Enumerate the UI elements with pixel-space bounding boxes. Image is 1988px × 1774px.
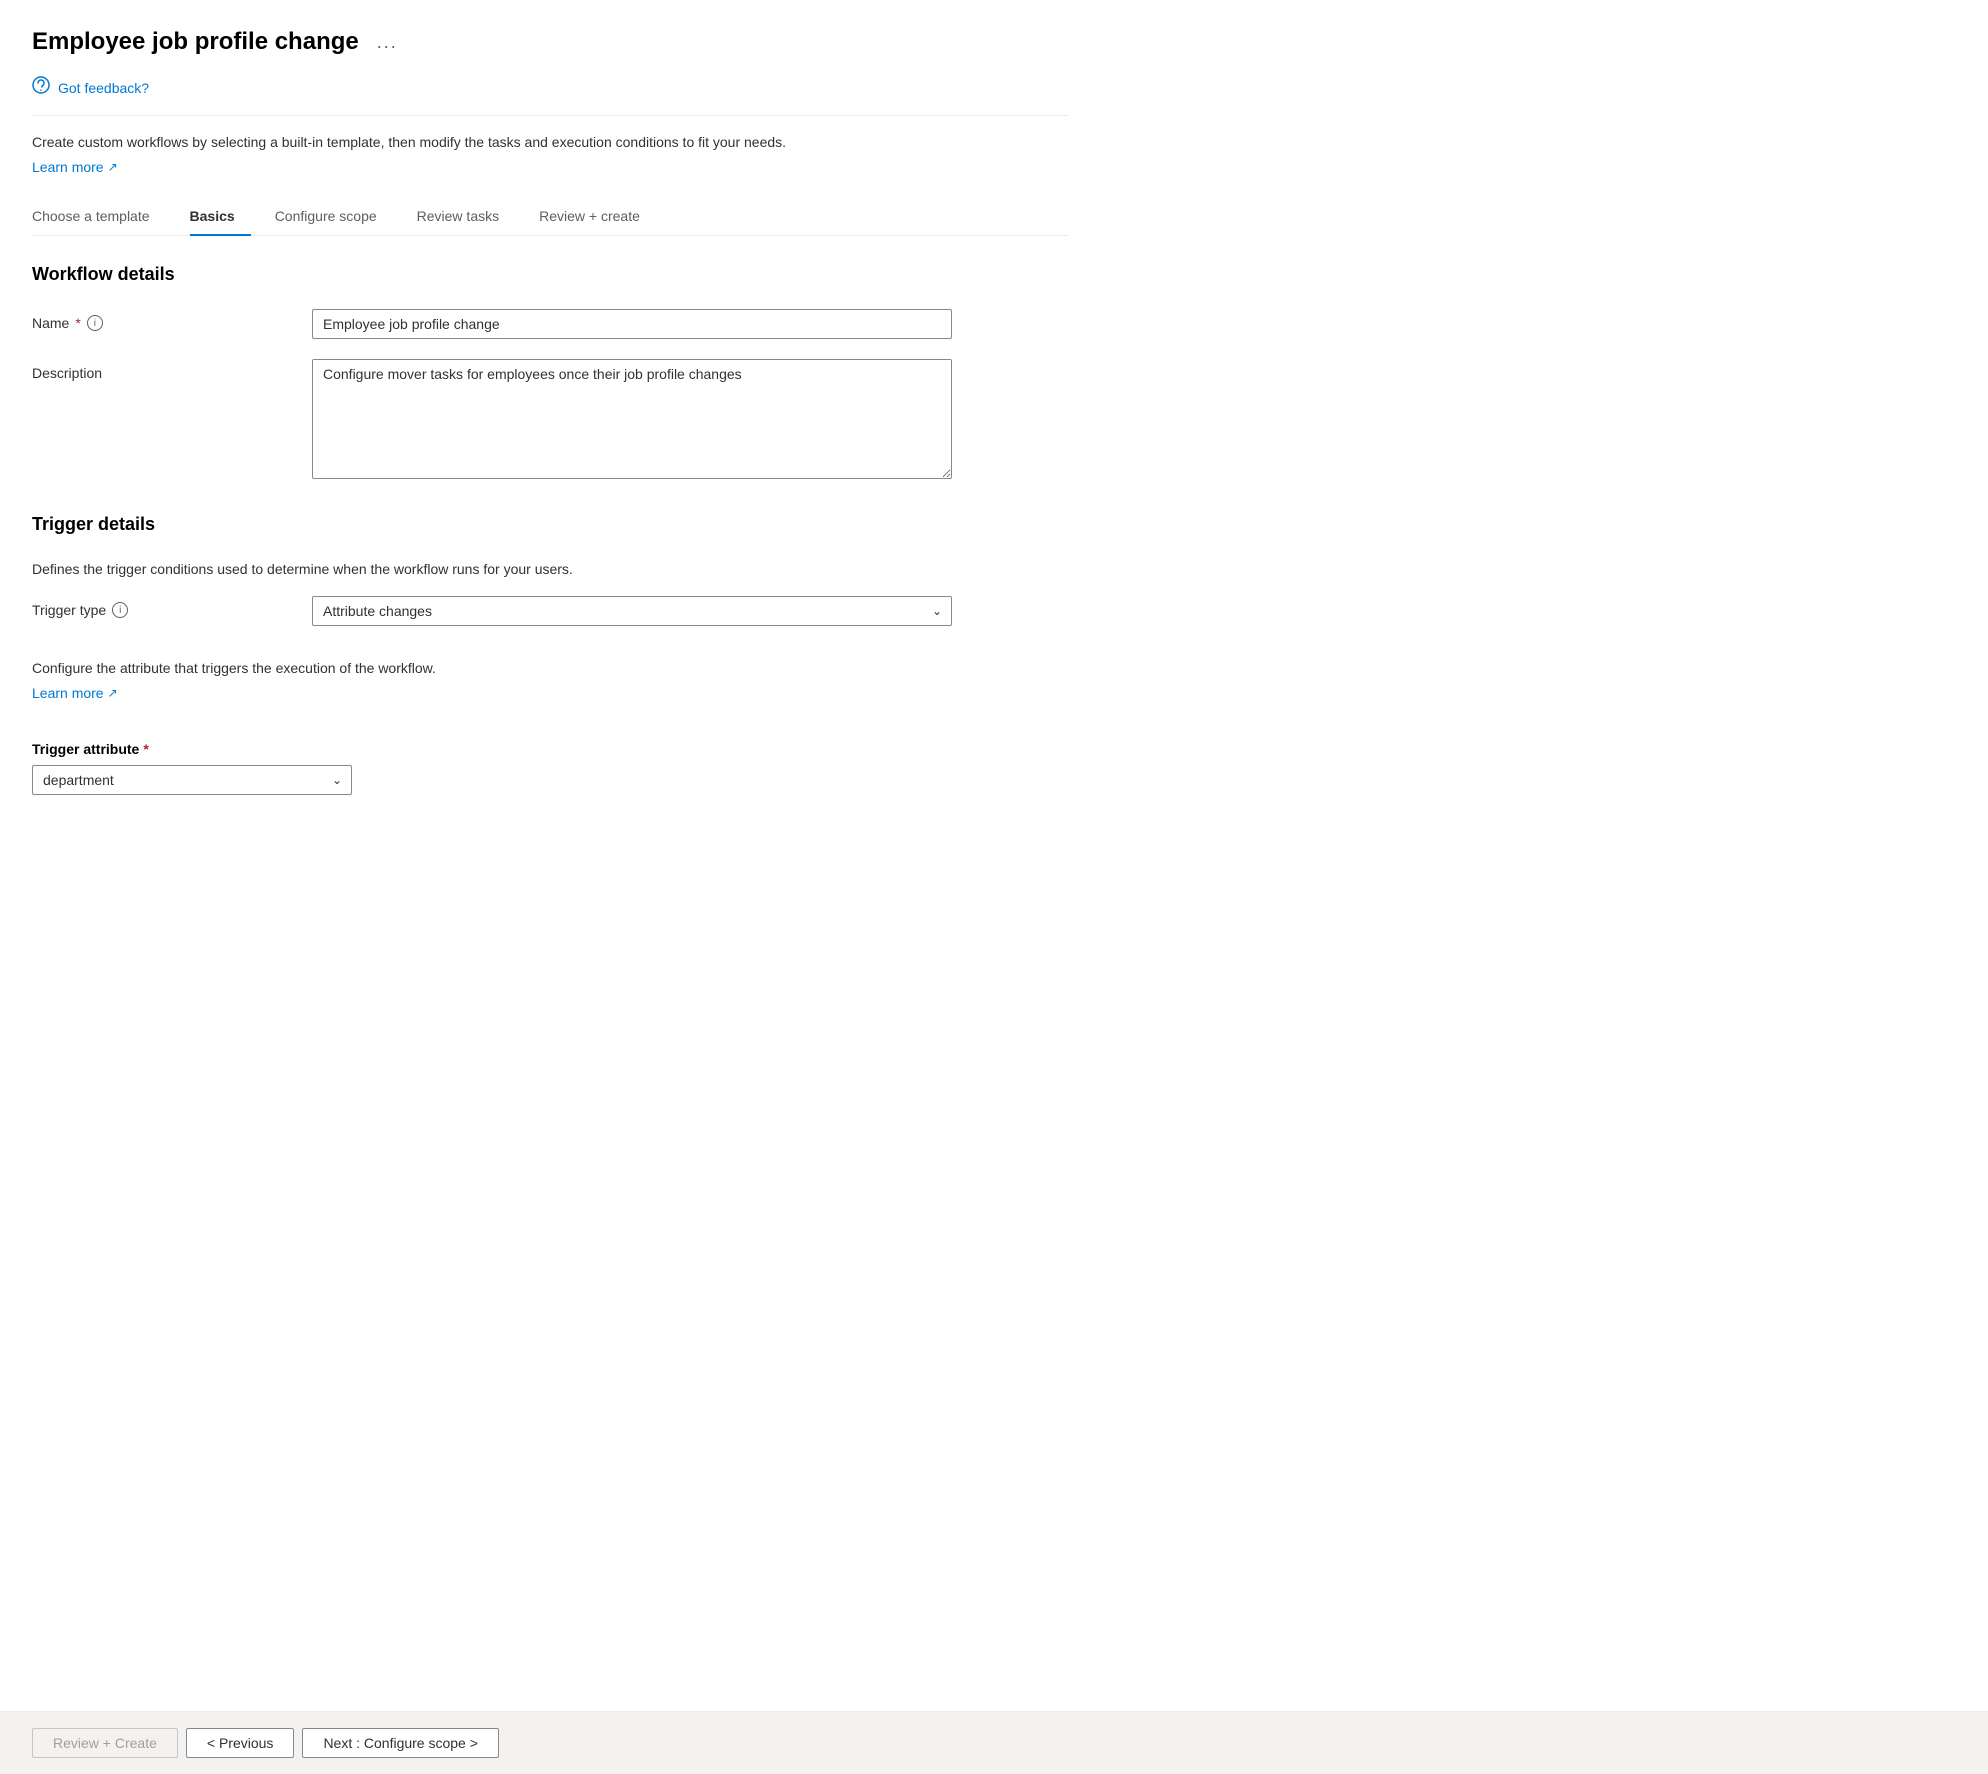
trigger-type-field: Attribute changes Group membership chang… [312,596,952,626]
tab-choose-template[interactable]: Choose a template [32,200,166,236]
name-input[interactable] [312,309,952,339]
page-title-row: Employee job profile change ... [32,28,1068,56]
tabs-nav: Choose a template Basics Configure scope… [32,199,1068,236]
tab-review-create[interactable]: Review + create [539,200,656,236]
description-form-row: Description Configure mover tasks for em… [32,359,1068,482]
name-form-row: Name * i [32,309,1068,339]
trigger-attribute-label: Trigger attribute * [32,741,1068,757]
name-info-icon[interactable]: i [87,315,103,331]
trigger-details-title: Trigger details [32,514,1068,535]
feedback-icon [32,76,50,99]
trigger-attribute-required-star: * [143,741,148,757]
footer-bar: Review + Create < Previous Next : Config… [0,1711,1988,1774]
trigger-description: Defines the trigger conditions used to d… [32,559,1068,580]
ellipsis-button[interactable]: ... [371,30,404,55]
feedback-link[interactable]: Got feedback? [58,80,149,96]
name-field [312,309,952,339]
trigger-type-select[interactable]: Attribute changes Group membership chang… [312,596,952,626]
feedback-row: Got feedback? [32,76,1068,116]
workflow-details-title: Workflow details [32,264,1068,285]
trigger-type-select-wrapper: Attribute changes Group membership chang… [312,596,952,626]
learn-more-link-top[interactable]: Learn more ↗ [32,159,118,175]
page-title: Employee job profile change [32,28,359,56]
learn-more-link-trigger[interactable]: Learn more ↗ [32,685,118,701]
name-required-star: * [75,315,80,331]
trigger-attribute-section: Configure the attribute that triggers th… [32,658,1068,795]
description-field: Configure mover tasks for employees once… [312,359,952,482]
configure-attribute-text: Configure the attribute that triggers th… [32,658,1068,679]
description-label: Description [32,359,312,381]
trigger-type-info-icon[interactable]: i [112,602,128,618]
external-link-icon: ↗ [108,160,118,174]
tab-review-tasks[interactable]: Review tasks [417,200,515,236]
trigger-type-form-row: Trigger type i Attribute changes Group m… [32,596,1068,626]
tab-configure-scope[interactable]: Configure scope [275,200,393,236]
previous-button[interactable]: < Previous [186,1728,295,1758]
trigger-type-label: Trigger type i [32,596,312,618]
next-button[interactable]: Next : Configure scope > [302,1728,498,1758]
description-textarea[interactable]: Configure mover tasks for employees once… [312,359,952,479]
description-text: Create custom workflows by selecting a b… [32,132,1068,153]
tab-basics[interactable]: Basics [190,200,251,236]
trigger-attribute-select[interactable]: department jobTitle companyName employee… [32,765,352,795]
trigger-attribute-dropdown-wrapper: department jobTitle companyName employee… [32,765,352,795]
name-label: Name * i [32,309,312,331]
external-link-icon-trigger: ↗ [108,686,118,700]
review-create-button: Review + Create [32,1728,178,1758]
